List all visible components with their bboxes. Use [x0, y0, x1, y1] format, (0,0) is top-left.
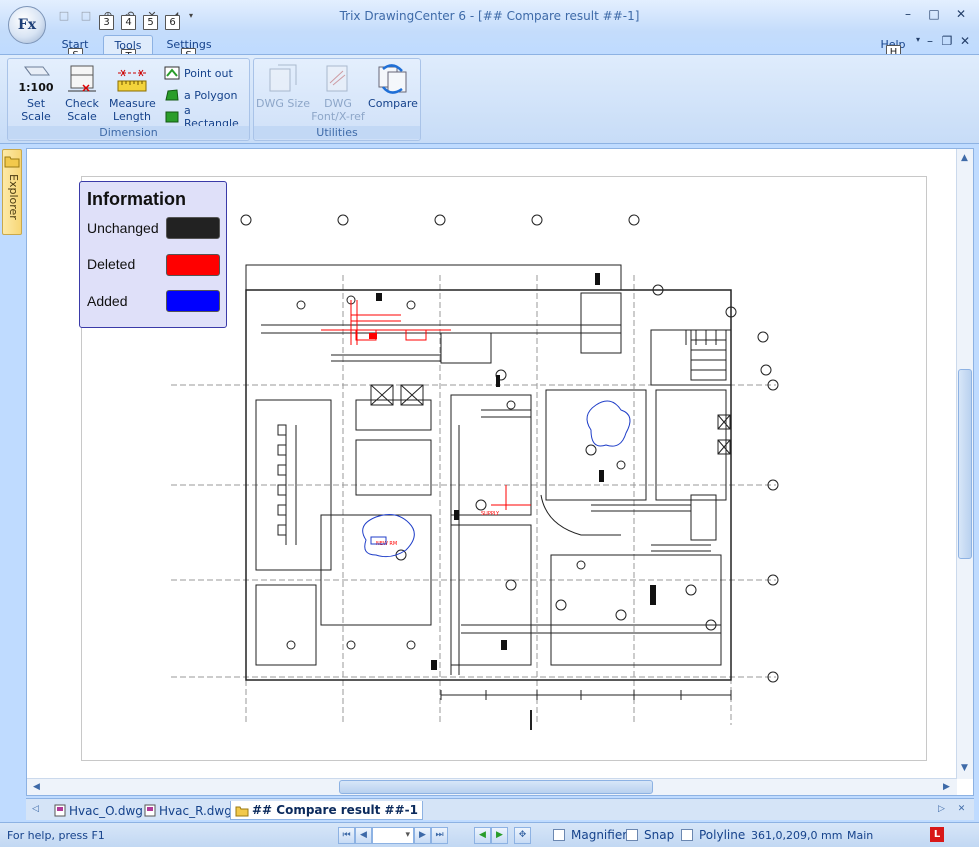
- help-button[interactable]: Help H: [878, 35, 908, 60]
- title-bar: □ □ ⊕3 ↶4 ✕5 ◢6 ▾ Trix DrawingCenter 6 -…: [0, 0, 979, 32]
- app-logo: Fx: [17, 17, 37, 33]
- explorer-tab[interactable]: Explorer: [2, 149, 22, 235]
- magnifier-checkbox[interactable]: [553, 829, 565, 841]
- snap-checkbox[interactable]: [626, 829, 638, 841]
- dwg-size-icon: [269, 64, 297, 92]
- next-page-icon[interactable]: ▶: [414, 827, 431, 844]
- application-menu-button[interactable]: Fx: [8, 6, 46, 44]
- tabs-close-icon[interactable]: ✕: [954, 802, 969, 817]
- legend-label-added: Added: [87, 293, 128, 309]
- scroll-up-icon[interactable]: ▲: [957, 151, 972, 166]
- document-window: NEW RM SUPPLY Information Unchanged Dele…: [26, 148, 974, 796]
- vertical-scrollbar[interactable]: ▲ ▼: [956, 149, 973, 779]
- vertical-scroll-thumb[interactable]: [958, 369, 972, 559]
- legend-swatch-deleted: [166, 254, 220, 276]
- legend-title: Information: [87, 189, 186, 209]
- ribbon: 1:100 Set Scale Check Scale Measure Leng…: [0, 54, 979, 144]
- point-out-icon: [164, 66, 180, 80]
- legend: Information Unchanged Deleted Added: [79, 181, 227, 328]
- measure-length-button[interactable]: Measure Length: [108, 63, 156, 123]
- ribbon-tabs: Start S Tools T Settings S Help H ▾ – ❐ …: [0, 32, 979, 64]
- compare-button[interactable]: Compare: [368, 63, 418, 110]
- cursor-coordinates: 361,0,209,0 mm: [751, 829, 843, 842]
- polyline-toggle[interactable]: Polyline: [681, 828, 745, 842]
- hvac-floor-plan: NEW RM SUPPLY: [171, 214, 779, 730]
- legend-swatch-added: [166, 290, 220, 312]
- utilities-group-label: Utilities: [254, 126, 420, 139]
- doc-close-button[interactable]: ✕: [955, 34, 975, 50]
- fit-view-icon[interactable]: ✥: [514, 827, 531, 844]
- explorer-label: Explorer: [7, 174, 20, 220]
- svg-text:1:100: 1:100: [19, 81, 53, 94]
- scroll-right-icon[interactable]: ▶: [939, 780, 954, 795]
- polyline-checkbox[interactable]: [681, 829, 693, 841]
- dimension-group-label: Dimension: [8, 126, 249, 139]
- tabs-prev-icon[interactable]: ◁: [28, 802, 43, 817]
- view-nav: ◀ ▶ ✥: [474, 826, 531, 845]
- page-select[interactable]: ▾: [372, 827, 414, 844]
- utilities-group: DWG Size DWG Font/X-ref Compare Utilitie…: [253, 58, 421, 141]
- horizontal-scroll-thumb[interactable]: [339, 780, 653, 794]
- explorer-strip: Explorer: [0, 147, 24, 797]
- dwg-size-button[interactable]: DWG Size: [256, 63, 310, 110]
- dwg-file-icon: [54, 804, 66, 817]
- status-badge: L: [930, 827, 944, 842]
- svg-text:SUPPLY: SUPPLY: [481, 511, 500, 517]
- window-title: Trix DrawingCenter 6 - [## Compare resul…: [339, 9, 640, 23]
- rectangle-button[interactable]: a Rectangle: [164, 104, 249, 130]
- polygon-button[interactable]: a Polygon: [164, 86, 237, 104]
- set-scale-icon: 1:100: [19, 66, 53, 94]
- folder-icon: [4, 156, 20, 168]
- doc-tab-compare-result[interactable]: ## Compare result ##-1: [230, 801, 423, 820]
- rectangle-icon: [165, 111, 179, 123]
- dwg-file-icon: [144, 804, 156, 817]
- maximize-button[interactable]: □: [924, 7, 944, 23]
- status-help-text: For help, press F1: [7, 829, 105, 842]
- legend-swatch-unchanged: [166, 217, 220, 239]
- magnifier-toggle[interactable]: Magnifier: [553, 828, 627, 842]
- prev-page-icon[interactable]: ◀: [355, 827, 372, 844]
- set-scale-button[interactable]: 1:100 Set Scale: [11, 63, 61, 123]
- layout-mode: Main: [847, 829, 874, 842]
- minimize-button[interactable]: –: [898, 7, 918, 23]
- snap-toggle[interactable]: Snap: [626, 828, 674, 842]
- view-back-icon[interactable]: ◀: [474, 827, 491, 844]
- tab-start[interactable]: Start S: [56, 35, 94, 63]
- dimension-group: 1:100 Set Scale Check Scale Measure Leng…: [7, 58, 250, 141]
- page-navigator: ⏮ ◀ ▾ ▶ ⏭: [338, 826, 448, 845]
- legend-label-unchanged: Unchanged: [87, 220, 159, 236]
- doc-restore-button[interactable]: ❐: [937, 34, 957, 50]
- legend-label-deleted: Deleted: [87, 256, 136, 272]
- drawing-canvas[interactable]: NEW RM SUPPLY Information Unchanged Dele…: [31, 153, 954, 779]
- tab-settings[interactable]: Settings S: [164, 35, 214, 63]
- status-bar: For help, press F1 ⏮ ◀ ▾ ▶ ⏭ ◀ ▶ ✥ Magni…: [0, 822, 979, 847]
- compare-icon: [378, 64, 407, 94]
- check-scale-icon: [68, 65, 96, 92]
- scroll-down-icon[interactable]: ▼: [957, 761, 972, 776]
- folder-icon: [235, 806, 249, 816]
- tab-tools[interactable]: Tools T: [103, 35, 153, 64]
- ruler-icon: [117, 69, 147, 92]
- horizontal-scrollbar[interactable]: ◀ ▶: [27, 778, 957, 795]
- last-page-icon[interactable]: ⏭: [431, 827, 448, 844]
- check-scale-button[interactable]: Check Scale: [61, 63, 103, 123]
- doc-tab-hvac-o[interactable]: Hvac_O.dwg: [50, 801, 147, 820]
- dwg-font-icon: [326, 65, 348, 92]
- first-page-icon[interactable]: ⏮: [338, 827, 355, 844]
- tabs-next-icon[interactable]: ▷: [934, 802, 949, 817]
- doc-tab-hvac-r[interactable]: Hvac_R.dwg: [140, 801, 236, 820]
- polygon-icon: [165, 89, 179, 101]
- document-tabs: ◁ Hvac_O.dwg Hvac_R.dwg ## Compare resul…: [26, 798, 974, 820]
- dwg-font-xref-button[interactable]: DWG Font/X-ref: [310, 63, 366, 123]
- point-out-button[interactable]: Point out: [164, 64, 233, 82]
- view-forward-icon[interactable]: ▶: [491, 827, 508, 844]
- close-button[interactable]: ✕: [951, 7, 971, 23]
- scroll-left-icon[interactable]: ◀: [29, 780, 44, 795]
